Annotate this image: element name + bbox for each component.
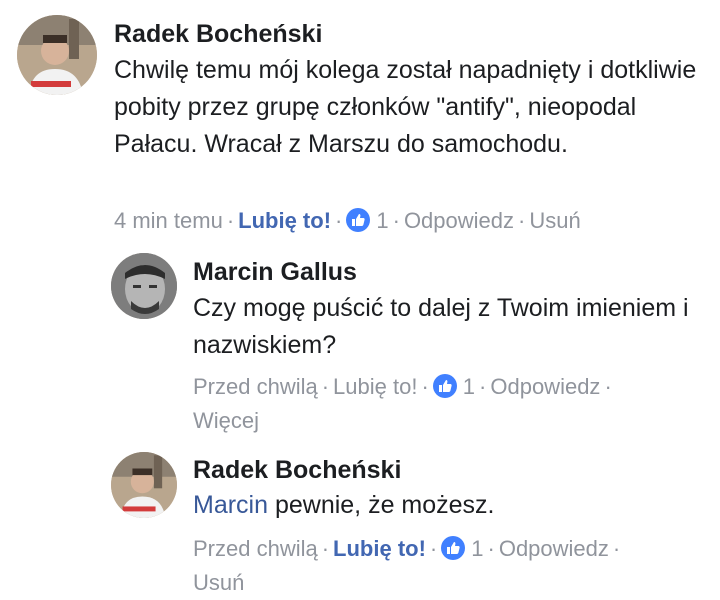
avatar-photo [111,452,177,518]
comment-text: Chwilę temu mój kolega został napadnięty… [114,56,697,158]
comment-text-body: pewnie, że możesz. [268,491,495,519]
like-button[interactable]: Lubię to! [333,374,417,399]
comment-timestamp[interactable]: 4 min temu [114,208,223,233]
separator: · [226,208,235,233]
comment-actions: Przed chwilą · Lubię to! · 1 · Odpowiedz · Więc… [193,370,693,438]
reply-button[interactable]: Odpowiedz [490,374,600,399]
avatar[interactable] [17,15,97,95]
like-count[interactable]: 1 [471,536,483,561]
separator: · [479,374,487,399]
separator: · [518,208,526,233]
like-button[interactable]: Lubię to! [238,208,331,233]
more-button[interactable]: Więcej [193,404,693,438]
separator: · [321,374,330,399]
separator: · [392,208,400,233]
separator: · [335,208,343,233]
comment-actions: 4 min temu · Lubię to! · 1 · Odpowiedz · Usuń [114,204,581,238]
comment-text: Czy mogę puścić to dalej z Twoim imienie… [193,294,689,359]
reply-button[interactable]: Odpowiedz [404,208,514,233]
thumbs-up-icon[interactable] [432,374,457,398]
like-count[interactable]: 1 [376,208,388,233]
comment-author[interactable]: Radek Bocheński [193,455,401,485]
comment-author[interactable]: Marcin Gallus [193,257,357,287]
separator: · [487,536,495,561]
delete-button[interactable]: Usuń [529,208,580,233]
delete-button[interactable]: Usuń [193,566,693,600]
like-button[interactable]: Lubię to! [333,536,426,561]
separator: · [429,536,438,561]
thumbs-up-icon[interactable] [441,536,466,560]
avatar-photo [17,15,97,95]
thumbs-up-icon[interactable] [346,208,371,232]
comment-actions: Przed chwilą · Lubię to! · 1 · Odpowiedz · Usuń [193,532,693,600]
avatar[interactable] [111,253,177,319]
like-count[interactable]: 1 [463,374,475,399]
separator: · [321,536,330,561]
comment-author[interactable]: Radek Bocheński [114,19,322,49]
comment-text: Marcin pewnie, że możesz. [193,487,693,524]
avatar[interactable] [111,452,177,518]
avatar-photo [111,253,177,319]
separator: · [604,374,612,399]
comment-timestamp[interactable]: Przed chwilą [193,374,318,399]
mention-link[interactable]: Marcin [193,491,268,519]
separator: · [421,374,429,399]
comment-timestamp[interactable]: Przed chwilą [193,536,318,561]
separator: · [612,536,621,561]
reply-button[interactable]: Odpowiedz [499,536,609,561]
